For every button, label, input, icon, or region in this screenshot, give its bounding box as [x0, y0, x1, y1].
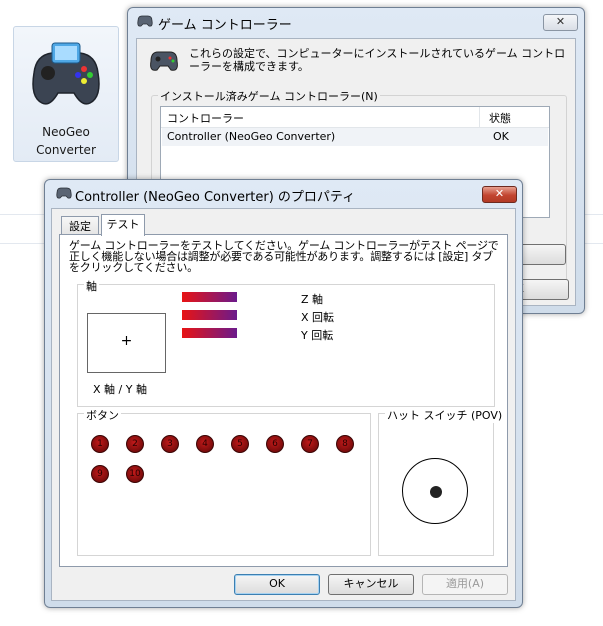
controller-name-cell: Controller (NeoGeo Converter): [167, 130, 336, 143]
device-name-line2: Converter: [36, 143, 96, 157]
close-button[interactable]: ✕: [543, 14, 578, 31]
apply-button[interactable]: 適用(A): [422, 574, 508, 595]
gamepad-icon: [137, 15, 153, 27]
column-header-status[interactable]: 状態: [489, 110, 511, 126]
button-indicator: 6: [266, 435, 284, 453]
z-axis-label: Z 軸: [301, 293, 324, 306]
close-button[interactable]: ✕: [482, 186, 517, 203]
xy-axis-display: +: [87, 313, 166, 373]
test-description: ゲーム コントローラーをテストしてください。ゲーム コントローラーがテスト ペー…: [69, 239, 499, 274]
x-rotation-label: X 回転: [301, 311, 335, 324]
device-neogeo-converter[interactable]: NeoGeo Converter: [13, 26, 119, 162]
tab-settings[interactable]: 設定: [61, 216, 99, 236]
device-name-line1: NeoGeo: [42, 125, 90, 139]
button-indicator: 7: [301, 435, 319, 453]
list-header: コントローラー 状態: [161, 107, 549, 128]
button-indicator: 3: [161, 435, 179, 453]
z-axis-bar: [182, 292, 237, 302]
x-rotation-bar: [182, 310, 237, 320]
title-bar[interactable]: ゲーム コントローラー ✕: [128, 8, 584, 34]
tab-test[interactable]: テスト: [101, 214, 145, 236]
button-indicator: 8: [336, 435, 354, 453]
group-label: インストール済みゲーム コントローラー(N): [158, 88, 380, 104]
buttons-group-label: ボタン: [84, 407, 121, 423]
window-title: Controller (NeoGeo Converter) のプロパティ: [75, 190, 356, 205]
device-label: NeoGeo Converter: [14, 123, 118, 159]
button-indicator: 1: [91, 435, 109, 453]
y-rotation-bar: [182, 328, 237, 338]
pov-group-label: ハット スイッチ (POV): [385, 407, 505, 423]
button-indicator: 5: [231, 435, 249, 453]
buttons-group: ボタン: [77, 407, 371, 556]
button-indicator: 9: [91, 465, 109, 483]
ok-button[interactable]: OK: [234, 574, 320, 595]
axes-group-label: 軸: [84, 278, 99, 294]
controller-properties-window: Controller (NeoGeo Converter) のプロパティ ✕ 設…: [44, 179, 523, 608]
pov-center-dot: [430, 486, 442, 498]
controller-status-cell: OK: [493, 130, 509, 143]
xy-axis-label: X 軸 / Y 軸: [93, 383, 147, 396]
y-rotation-label: Y 回転: [301, 329, 334, 342]
pov-indicator: [402, 458, 468, 524]
button-indicator: 2: [126, 435, 144, 453]
button-indicator: 4: [196, 435, 214, 453]
close-icon: ✕: [494, 187, 505, 200]
window-title: ゲーム コントローラー: [158, 18, 292, 33]
gamepad-icon: [32, 42, 100, 105]
close-icon: ✕: [555, 15, 566, 28]
crosshair-icon: +: [120, 333, 133, 349]
title-bar[interactable]: Controller (NeoGeo Converter) のプロパティ ✕: [45, 180, 522, 206]
gamepad-icon: [56, 187, 72, 199]
table-row[interactable]: Controller (NeoGeo Converter) OK: [162, 128, 548, 146]
gamepad-icon: [150, 51, 178, 71]
button-indicator: 10: [126, 465, 144, 483]
cancel-button[interactable]: キャンセル: [328, 574, 414, 595]
column-header-controller[interactable]: コントローラー: [167, 110, 244, 126]
description: これらの設定で、コンピューターにインストールされているゲーム コントローラーを構…: [189, 47, 566, 73]
